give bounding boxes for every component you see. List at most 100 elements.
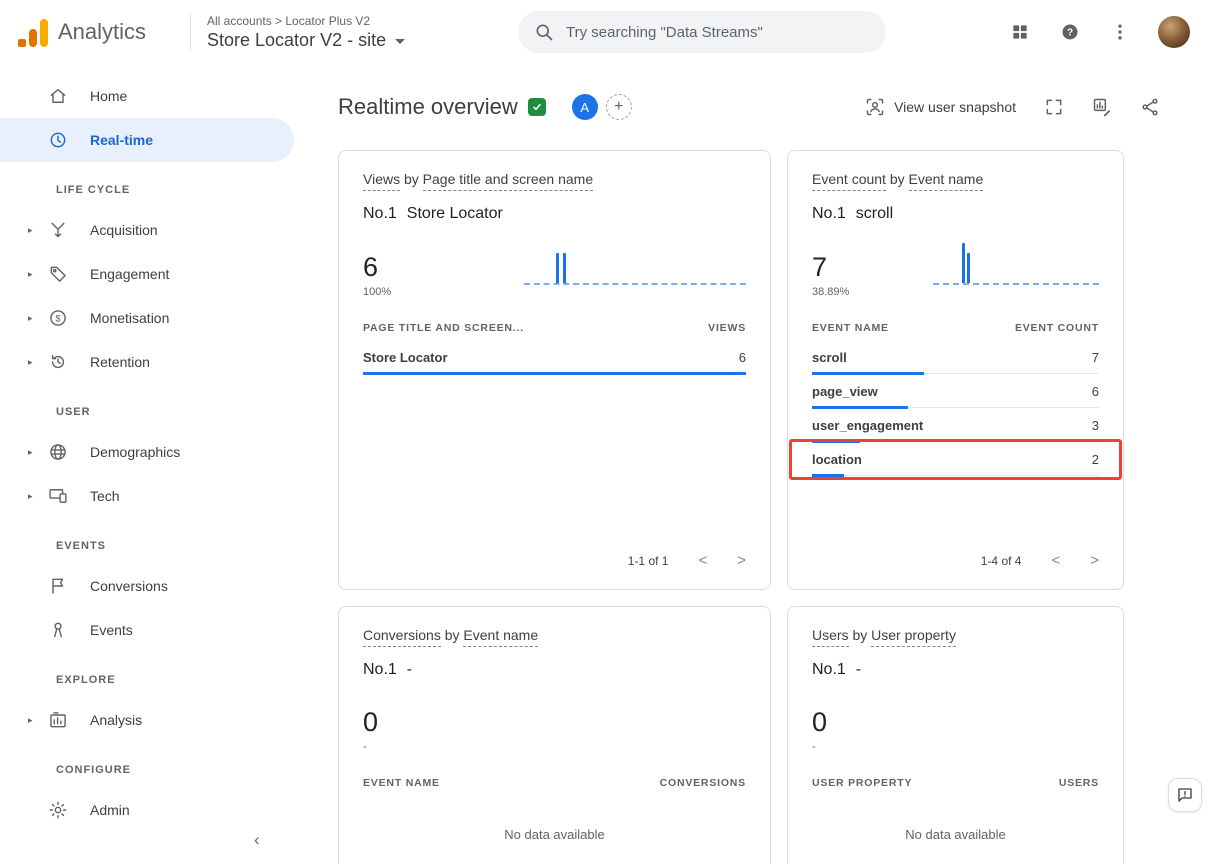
expand-arrow-icon[interactable]: ▸ [28,357,48,368]
sidebar-item-analysis[interactable]: ▸ Analysis [0,698,294,742]
property-block: All accounts > Locator Plus V2 Store Loc… [207,14,405,51]
user-avatar[interactable] [1158,16,1190,48]
user-snapshot-icon [865,97,885,117]
sidebar-item-label: Retention [90,354,150,370]
search-bar[interactable] [518,11,886,53]
metric-share: 100% [363,286,524,298]
pagination-label: 1-1 of 1 [628,554,669,568]
retention-icon [48,352,72,372]
metric-column-header: USERS [1059,777,1099,789]
sidebar-item-acquisition[interactable]: ▸ Acquisition [0,208,294,252]
sidebar-item-monetisation[interactable]: ▸ $ Monetisation [0,296,294,340]
expand-arrow-icon[interactable]: ▸ [28,225,48,236]
pagination: 1-4 of 4 < > [812,538,1099,569]
table-row: scroll 7 [812,340,1099,374]
apps-grid-icon[interactable] [1008,20,1032,44]
search-input[interactable] [566,24,870,41]
metric-column-header: CONVERSIONS [660,777,746,789]
title-joiner: by [400,171,423,187]
add-comparison-button[interactable]: + [606,94,632,120]
rank-value: Store Locator [407,205,503,223]
analytics-home-link[interactable]: Analytics [18,17,190,47]
expand-arrow-icon[interactable]: ▸ [28,313,48,324]
expand-arrow-icon[interactable]: ▸ [28,715,48,726]
sidebar-collapse-button[interactable]: ‹ [248,824,266,856]
sidebar-section-events: EVENTS [0,518,300,564]
sidebar-item-label: Tech [90,488,120,504]
dimension-column-header: EVENT NAME [812,322,889,334]
card-views-by-page-title: Views by Page title and screen name No.1… [338,150,771,590]
header-divider [190,14,191,50]
metric-value: 7 [812,252,933,283]
top-bar: Analytics All accounts > Locator Plus V2… [0,0,1212,64]
sidebar-item-events[interactable]: Events [0,608,294,652]
sidebar-item-label: Demographics [90,444,180,460]
flag-icon [48,576,72,596]
metric-share: - [363,741,524,753]
table-header: USER PROPERTY USERS [812,777,1099,795]
view-user-snapshot-label: View user snapshot [894,99,1016,115]
dimension-term[interactable]: Event name [909,171,984,191]
next-page-icon[interactable]: > [1090,552,1099,569]
top-item: No.1 Store Locator [363,205,746,223]
table-row: page_view 6 [812,374,1099,408]
sidebar-item-label: Monetisation [90,310,169,326]
page-title: Realtime overview [338,94,518,120]
table-row: user_engagement 3 [812,408,1099,442]
dimension-term[interactable]: User property [871,627,956,647]
sidebar-item-tech[interactable]: ▸ Tech [0,474,294,518]
top-item: No.1 scroll [812,205,1099,223]
sidebar-item-retention[interactable]: ▸ Retention [0,340,294,384]
value-bar [363,372,746,375]
expand-arrow-icon[interactable]: ▸ [28,447,48,458]
value-bar [812,474,844,477]
rank-value: - [407,661,412,679]
pagination: 1-1 of 1 < > [363,538,746,569]
sidebar-item-label: Admin [90,802,130,818]
prev-page-icon[interactable]: < [1051,552,1060,569]
sidebar-item-label: Engagement [90,266,169,282]
view-user-snapshot-button[interactable]: View user snapshot [865,97,1016,117]
metric-term[interactable]: Views [363,171,400,191]
dimension-term[interactable]: Page title and screen name [423,171,593,191]
expand-arrow-icon[interactable]: ▸ [28,491,48,502]
sidebar-item-conversions[interactable]: Conversions [0,564,294,608]
help-icon[interactable]: ? [1058,20,1082,44]
rank-value: - [856,661,861,679]
sidebar: Home Real-time LIFE CYCLE ▸ Acquisition … [0,64,300,864]
share-icon[interactable] [1140,97,1160,117]
next-page-icon[interactable]: > [737,552,746,569]
segment-chip[interactable]: A [572,94,598,120]
sidebar-item-real-time[interactable]: Real-time [0,118,294,162]
clock-icon [48,130,72,150]
fullscreen-icon[interactable] [1044,97,1064,117]
devices-icon [48,486,72,506]
feedback-button[interactable] [1168,778,1202,812]
more-options-icon[interactable] [1108,20,1132,44]
sidebar-item-label: Conversions [90,578,168,594]
sidebar-item-label: Real-time [90,132,153,148]
gear-icon [48,800,72,820]
rank-label: No.1 [812,661,846,679]
metric-term[interactable]: Users [812,627,849,647]
sidebar-item-label: Acquisition [90,222,158,238]
metric-term[interactable]: Event count [812,171,886,191]
sidebar-section-life-cycle: LIFE CYCLE [0,162,300,208]
title-joiner: by [886,171,909,187]
svg-text:?: ? [1067,27,1073,38]
sidebar-item-home[interactable]: Home [0,74,294,118]
report-toolbar: View user snapshot [865,97,1160,117]
metric-term[interactable]: Conversions [363,627,441,647]
dimension-term[interactable]: Event name [463,627,538,647]
customize-report-icon[interactable] [1092,97,1112,117]
sidebar-item-engagement[interactable]: ▸ Engagement [0,252,294,296]
sidebar-item-demographics[interactable]: ▸ Demographics [0,430,294,474]
expand-arrow-icon[interactable]: ▸ [28,269,48,280]
main-content: Realtime overview A + View user snapshot… [300,64,1212,864]
property-selector[interactable]: Store Locator V2 - site [207,30,405,51]
dimension-column-header: EVENT NAME [363,777,440,789]
sidebar-item-label: Analysis [90,712,142,728]
prev-page-icon[interactable]: < [698,552,707,569]
breadcrumb[interactable]: All accounts > Locator Plus V2 [207,14,405,28]
metric-area: 0 - [812,689,1099,753]
